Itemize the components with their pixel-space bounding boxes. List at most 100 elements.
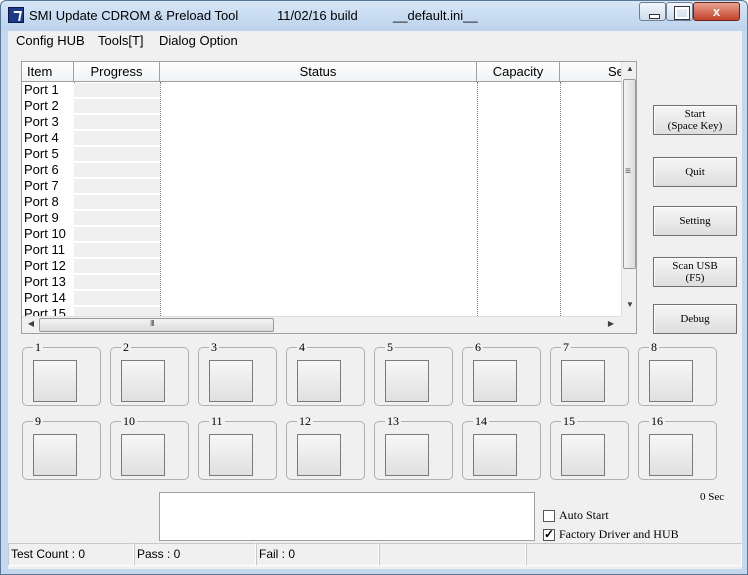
- port-status-box[interactable]: [385, 434, 429, 476]
- port-number: 7: [561, 340, 571, 354]
- debug-button[interactable]: Debug: [653, 304, 737, 334]
- build-date: 11/02/16 build: [277, 8, 358, 23]
- auto-start-label: Auto Start: [559, 508, 609, 522]
- table-row[interactable]: Port 1: [22, 82, 622, 98]
- vertical-scroll-thumb[interactable]: [623, 79, 636, 269]
- port-label: Port 15: [24, 306, 66, 316]
- scroll-right-icon[interactable]: ▶: [604, 319, 618, 328]
- port-status-box[interactable]: [297, 360, 341, 402]
- port-status-box[interactable]: [121, 434, 165, 476]
- menu-config-hub[interactable]: Config HUB: [16, 33, 85, 48]
- title-bar[interactable]: SMI Update CDROM & Preload Tool 11/02/16…: [1, 1, 747, 31]
- port-group: 16: [638, 414, 717, 480]
- table-row[interactable]: Port 15: [22, 306, 622, 316]
- table-row[interactable]: Port 11: [22, 242, 622, 258]
- port-status-box[interactable]: [561, 434, 605, 476]
- table-row[interactable]: Port 13: [22, 274, 622, 290]
- column-speed[interactable]: Se: [560, 62, 622, 82]
- port-group: 2: [110, 340, 189, 406]
- column-item[interactable]: Item: [22, 62, 74, 82]
- table-row[interactable]: Port 4: [22, 130, 622, 146]
- table-row[interactable]: Port 12: [22, 258, 622, 274]
- column-capacity[interactable]: Capacity: [477, 62, 560, 82]
- horizontal-scrollbar[interactable]: ◀ ▶: [22, 316, 621, 333]
- status-pane: [526, 543, 742, 566]
- port-number: 1: [33, 340, 43, 354]
- port-number: 2: [121, 340, 131, 354]
- menu-tools[interactable]: Tools[T]: [98, 33, 144, 48]
- port-status-box[interactable]: [209, 434, 253, 476]
- elapsed-timer: 0 Sec: [700, 491, 725, 503]
- quit-button[interactable]: Quit: [653, 157, 737, 187]
- port-status-box[interactable]: [649, 360, 693, 402]
- menu-dialog-option[interactable]: Dialog Option: [159, 33, 238, 48]
- port-status-box[interactable]: [209, 360, 253, 402]
- table-row[interactable]: Port 9: [22, 210, 622, 226]
- scan-usb-button[interactable]: Scan USB (F5): [653, 257, 737, 287]
- port-number: 10: [121, 414, 137, 428]
- port-status-box[interactable]: [561, 360, 605, 402]
- window-title: SMI Update CDROM & Preload Tool: [29, 8, 239, 23]
- port-label: Port 11: [24, 242, 65, 257]
- column-status[interactable]: Status: [160, 62, 477, 82]
- table-row[interactable]: Port 14: [22, 290, 622, 306]
- port-number: 13: [385, 414, 401, 428]
- log-text-box[interactable]: [159, 492, 535, 541]
- port-status-box[interactable]: [385, 360, 429, 402]
- start-button[interactable]: Start (Space Key): [653, 105, 737, 135]
- port-list[interactable]: Item Progress Status Capacity Se Port 1P…: [21, 61, 637, 334]
- port-group: 13: [374, 414, 453, 480]
- main-window: SMI Update CDROM & Preload Tool 11/02/16…: [0, 0, 748, 575]
- setting-button[interactable]: Setting: [653, 206, 737, 236]
- port-label: Port 3: [24, 114, 59, 129]
- table-row[interactable]: Port 5: [22, 146, 622, 162]
- port-label: Port 4: [24, 130, 59, 145]
- list-body: Port 1 Port 2 Port 3 Port 4 Port 5 Port 6 Port…: [22, 82, 622, 316]
- progress-cell: [74, 179, 160, 194]
- table-row[interactable]: Port 10: [22, 226, 622, 242]
- list-header: Item Progress Status Capacity Se: [22, 62, 622, 82]
- port-group: 10: [110, 414, 189, 480]
- pass-count-status: Pass : 0: [134, 543, 256, 566]
- port-number: 11: [209, 414, 225, 428]
- maximize-button[interactable]: [666, 2, 693, 21]
- progress-cell: [74, 83, 160, 98]
- horizontal-scroll-thumb[interactable]: [39, 318, 274, 332]
- vertical-scrollbar[interactable]: ▲ ▼: [621, 62, 636, 316]
- port-status-box[interactable]: [649, 434, 693, 476]
- scroll-left-icon[interactable]: ◀: [24, 319, 38, 328]
- minimize-button[interactable]: [639, 2, 666, 21]
- port-status-box[interactable]: [33, 434, 77, 476]
- auto-start-checkbox[interactable]: [543, 510, 555, 522]
- port-status-box[interactable]: [297, 434, 341, 476]
- table-row[interactable]: Port 7: [22, 178, 622, 194]
- factory-driver-checkbox[interactable]: [543, 527, 555, 541]
- port-status-box[interactable]: [473, 434, 517, 476]
- table-row[interactable]: Port 8: [22, 194, 622, 210]
- port-group: 5: [374, 340, 453, 406]
- table-row[interactable]: Port 3: [22, 114, 622, 130]
- status-pane: [379, 543, 526, 566]
- port-group: 7: [550, 340, 629, 406]
- menu-bar: Config HUB Tools[T] Dialog Option: [8, 31, 742, 51]
- table-row[interactable]: Port 6: [22, 162, 622, 178]
- port-group: 12: [286, 414, 365, 480]
- port-label: Port 7: [24, 178, 59, 193]
- scroll-down-icon[interactable]: ▼: [623, 300, 636, 309]
- close-button[interactable]: x: [693, 2, 740, 21]
- port-status-box[interactable]: [473, 360, 517, 402]
- port-group: 11: [198, 414, 277, 480]
- port-label: Port 8: [24, 194, 59, 209]
- test-count-status: Test Count : 0: [8, 543, 134, 566]
- port-label: Port 5: [24, 146, 59, 161]
- port-group: 14: [462, 414, 541, 480]
- port-number: 9: [33, 414, 43, 428]
- port-group: 6: [462, 340, 541, 406]
- port-status-box[interactable]: [121, 360, 165, 402]
- table-row[interactable]: Port 2: [22, 98, 622, 114]
- column-progress[interactable]: Progress: [74, 62, 160, 82]
- port-number: 15: [561, 414, 577, 428]
- port-group: 1: [22, 340, 101, 406]
- scroll-up-icon[interactable]: ▲: [623, 64, 636, 73]
- port-status-box[interactable]: [33, 360, 77, 402]
